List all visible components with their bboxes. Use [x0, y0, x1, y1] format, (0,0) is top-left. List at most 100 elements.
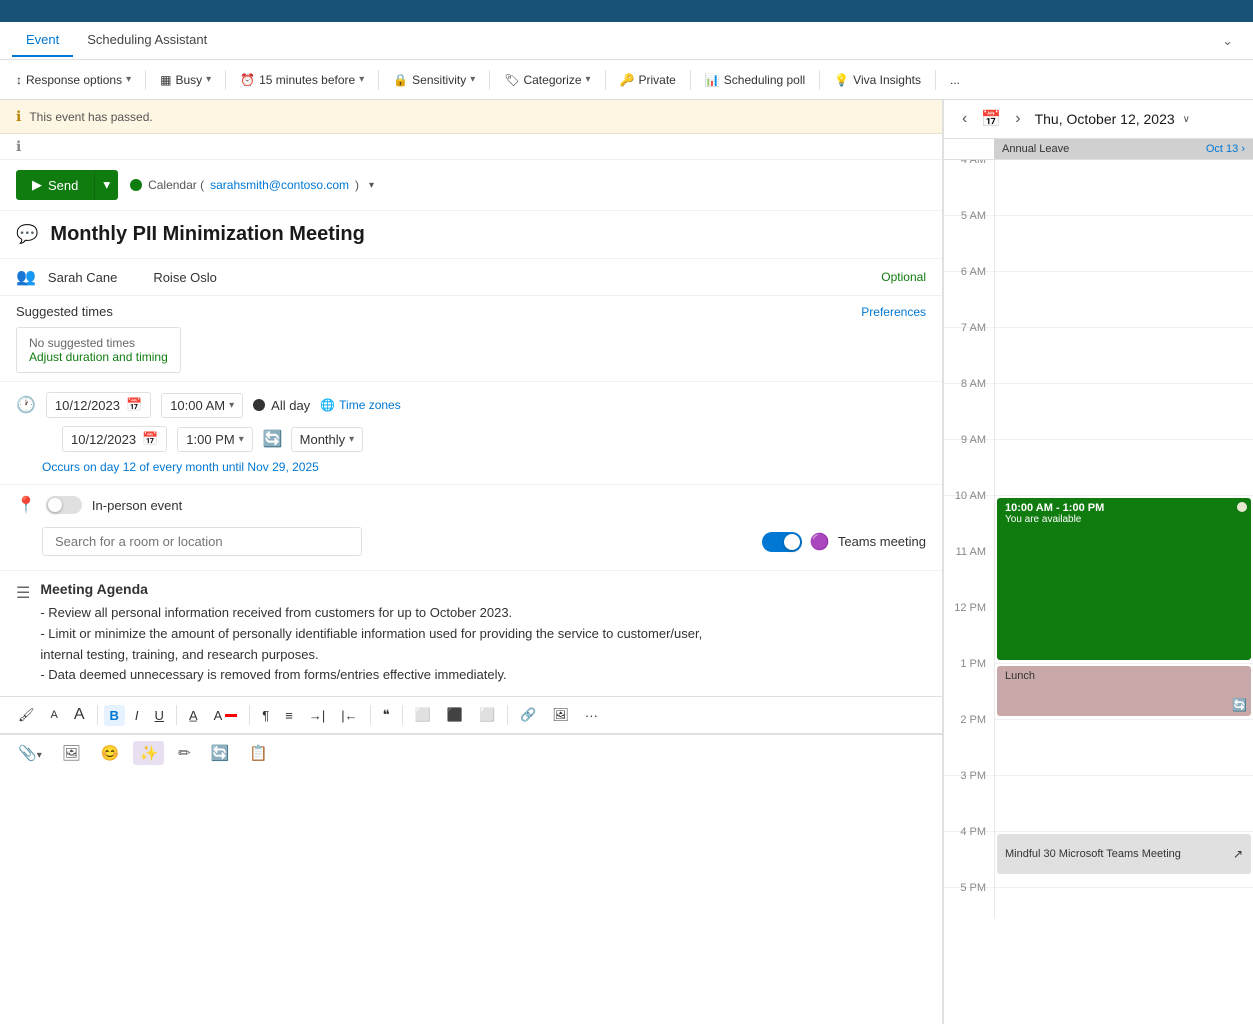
quote-button[interactable]: ❝ [377, 704, 396, 726]
adjust-link[interactable]: Adjust duration and timing [29, 350, 168, 364]
time-9am: 9 AM [944, 432, 994, 495]
viva-insights-label: Viva Insights [853, 73, 921, 87]
start-time-value: 10:00 AM [170, 398, 225, 413]
agenda-content: Meeting Agenda - Review all personal inf… [40, 581, 926, 686]
time-12pm: 12 PM [944, 600, 994, 664]
attendee-1[interactable]: Sarah Cane [48, 270, 117, 285]
busy-button[interactable]: ▦ Busy ▾ [152, 69, 219, 91]
reminder-button[interactable]: ⏰ 15 minutes before ▾ [232, 69, 372, 91]
categorize-icon: 🏷 [504, 73, 519, 87]
list-button[interactable]: ≡ [279, 705, 299, 726]
room-search-input[interactable] [42, 527, 362, 556]
response-options-button[interactable]: ↕ Response options ▾ [8, 69, 139, 91]
event-time: 10:00 AM - 1:00 PM [1005, 502, 1243, 514]
bold-button[interactable]: B [104, 705, 125, 726]
categorize-button[interactable]: 🏷 Categorize ▾ [496, 69, 598, 91]
image-inline-button[interactable]: 🖼 [546, 704, 575, 726]
underline-button[interactable]: U [149, 705, 170, 726]
insert-toolbar: 📎▾ 🖼 😊 ✨ ✏ 🔄 📋 [0, 734, 942, 771]
cal-annual-leave-event[interactable]: Annual Leave Oct 13 › [994, 139, 1253, 159]
paragraph-button[interactable]: ¶ [256, 705, 275, 726]
cal-next-button[interactable]: › [1009, 108, 1026, 130]
emoji-button[interactable]: 😊 [95, 741, 126, 765]
time-8am: 8 AM [944, 376, 994, 439]
align-right-button[interactable]: ⬜ [473, 704, 501, 726]
info-icon: ℹ [16, 108, 21, 125]
teams-label: Teams meeting [838, 534, 926, 549]
end-date-value: 10/12/2023 [71, 432, 136, 447]
timezone-link[interactable]: 🌐 Time zones [320, 398, 401, 412]
sensitivity-button[interactable]: 🔒 Sensitivity ▾ [385, 69, 483, 91]
recurrence-select[interactable]: Monthly ▾ [291, 427, 364, 452]
tab-scheduling-assistant[interactable]: Scheduling Assistant [73, 24, 221, 57]
chevron-down-icon: ▾ [359, 74, 364, 85]
sensitivity-icon: 🔒 [393, 73, 408, 87]
format-painter-button[interactable]: 🖌 [12, 704, 41, 726]
forms-button[interactable]: 📋 [243, 741, 274, 765]
cal-event-mindful[interactable]: Mindful 30 Microsoft Teams Meeting ↗ [997, 834, 1251, 874]
italic-button[interactable]: I [129, 705, 145, 726]
title-row: 💬 [0, 211, 942, 259]
start-date-input[interactable]: 10/12/2023 📅 [46, 392, 151, 418]
end-date-input[interactable]: 10/12/2023 📅 [62, 426, 167, 452]
cal-event-meeting[interactable]: 10:00 AM - 1:00 PM You are available [997, 498, 1251, 660]
top-bar [0, 0, 1253, 22]
time-content-3pm [994, 776, 1253, 831]
send-label: Send [48, 178, 78, 193]
align-left-button[interactable]: ⬜ [409, 704, 437, 726]
in-person-toggle[interactable] [46, 496, 82, 514]
align-center-button[interactable]: ⬛ [441, 704, 469, 726]
divider [249, 705, 250, 725]
time-content-1pm: Lunch 🔄 [994, 664, 1253, 720]
more-button[interactable]: ... [942, 69, 968, 91]
divider [507, 705, 508, 725]
font-larger-button[interactable]: A [68, 703, 91, 727]
cal-event-lunch[interactable]: Lunch 🔄 [997, 666, 1251, 716]
attendee-2[interactable]: Roise Oslo [153, 270, 217, 285]
image-button[interactable]: 🖼 [56, 741, 87, 765]
time-4pm: 4 PM [944, 824, 994, 887]
suggested-times-label: Suggested times [16, 304, 113, 319]
calendar-chevron-icon[interactable]: ▾ [369, 180, 374, 191]
response-options-icon: ↕ [16, 73, 22, 87]
cal-prev-button[interactable]: ‹ [956, 108, 973, 130]
viva-insights-button[interactable]: 💡 Viva Insights [826, 69, 929, 91]
time-content-4am [994, 160, 1253, 215]
attach-button[interactable]: 📎▾ [12, 741, 48, 765]
preferences-link[interactable]: Preferences [861, 305, 926, 319]
cal-header-event-nav[interactable]: Oct 13 › [1206, 143, 1245, 155]
end-time-input[interactable]: 1:00 PM ▾ [177, 427, 252, 452]
private-button[interactable]: 🔑 Private [612, 69, 684, 91]
agenda-line-1: - Review all personal information receiv… [40, 603, 926, 624]
cal-gutter [944, 139, 994, 159]
signature-button[interactable]: ✏ [172, 741, 197, 765]
teams-toggle[interactable] [762, 532, 802, 552]
start-datetime-row: 🕐 10/12/2023 📅 10:00 AM ▾ All day 🌐 Time… [16, 392, 926, 418]
indent-less-button[interactable]: |← [335, 705, 363, 726]
link-button[interactable]: 🔗 [514, 704, 542, 726]
send-button[interactable]: ▶ Send [16, 170, 94, 200]
fluent-button[interactable]: ✨ [133, 741, 164, 765]
event-title-input[interactable] [50, 223, 926, 246]
agenda-text[interactable]: - Review all personal information receiv… [40, 603, 926, 686]
cal-date-chevron-icon[interactable]: ∨ [1183, 114, 1190, 125]
attendees-row: 👥 Sarah Cane Roise Oslo Optional [0, 259, 942, 296]
scheduling-poll-button[interactable]: 📊 Scheduling poll [697, 69, 813, 91]
font-color-button[interactable]: A [208, 705, 244, 726]
calendar-suffix: ) [355, 178, 359, 192]
optional-link[interactable]: Optional [881, 270, 926, 284]
send-dropdown-button[interactable]: ▾ [94, 170, 118, 200]
divider [402, 705, 403, 725]
loop-button[interactable]: 🔄 [205, 741, 236, 765]
collapse-btn[interactable]: ⌄ [1214, 33, 1241, 49]
more-format-button[interactable]: ··· [579, 705, 604, 726]
response-options-label: Response options [26, 73, 122, 87]
start-time-input[interactable]: 10:00 AM ▾ [161, 393, 243, 418]
cal-date-title[interactable]: Thu, October 12, 2023 [1035, 111, 1175, 127]
reminder-icon: ⏰ [240, 73, 255, 87]
recurrence-label: Monthly [300, 432, 346, 447]
font-smaller-button[interactable]: A [45, 706, 64, 724]
highlight-button[interactable]: A̲ [183, 705, 204, 726]
indent-more-button[interactable]: →| [303, 705, 331, 726]
tab-event[interactable]: Event [12, 24, 73, 57]
